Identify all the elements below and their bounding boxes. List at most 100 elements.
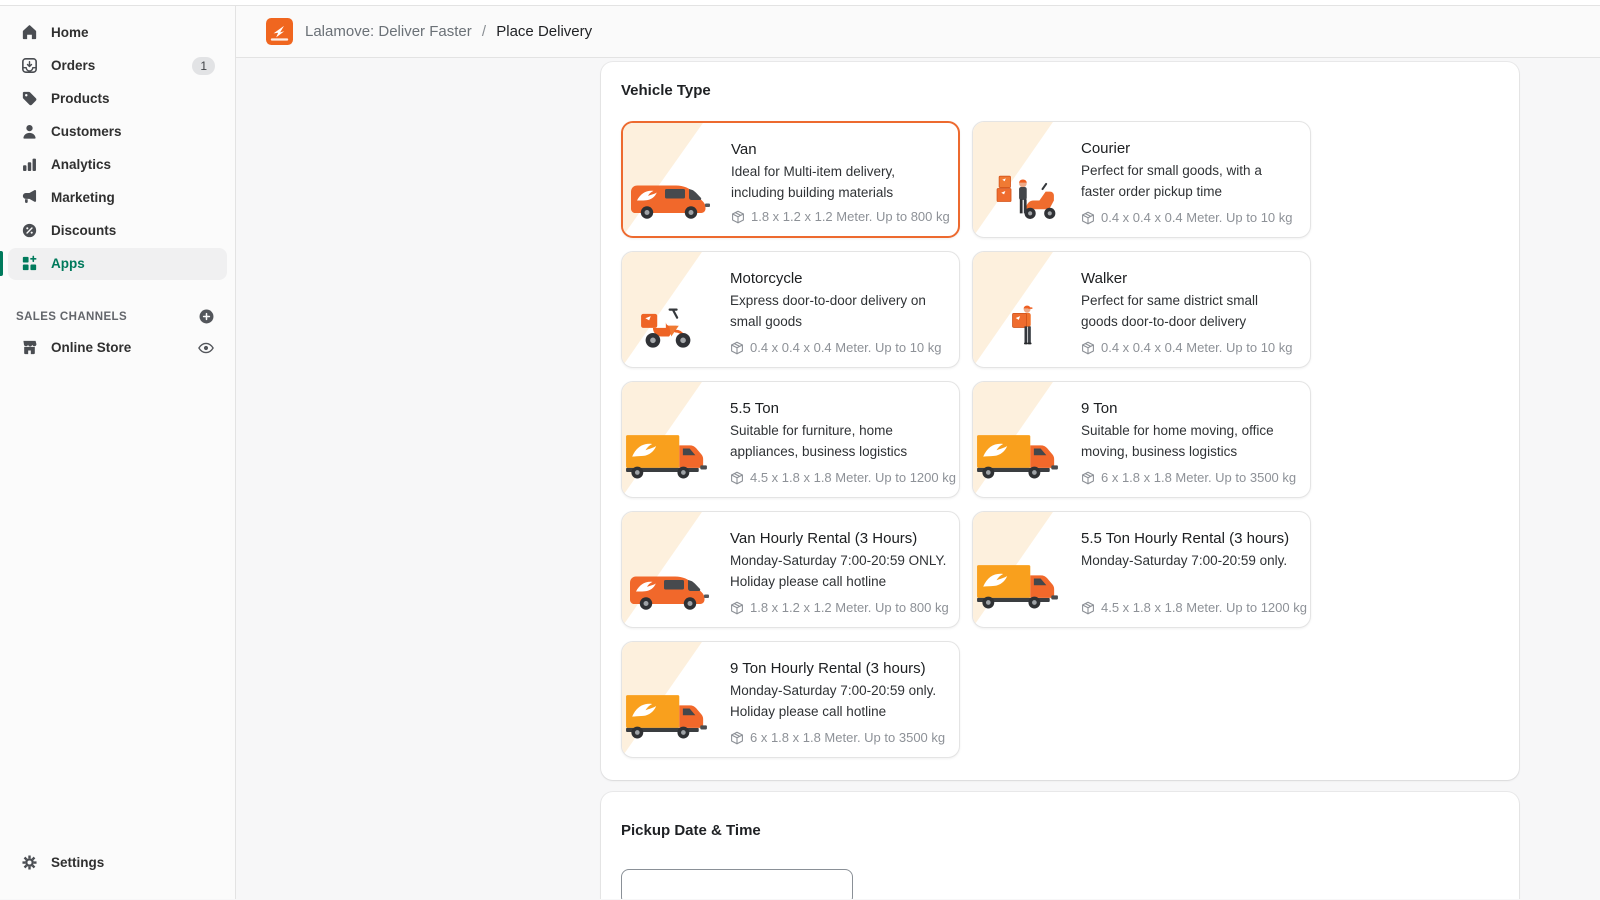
vehicle-option-5-5-ton[interactable]: 5.5 Ton Suitable for furniture, home app… [621,381,960,498]
breadcrumb-separator: / [482,23,486,40]
vehicle-name: Van [731,139,946,161]
vehicle-option-9-ton-hourly-rental-3-hours[interactable]: 9 Ton Hourly Rental (3 hours) Monday-Sat… [621,641,960,758]
vehicle-image-panel [973,122,1081,237]
vehicle-image-panel [622,642,730,757]
vehicle-option-9-ton[interactable]: 9 Ton Suitable for home moving, office m… [972,381,1311,498]
sidebar-item-label: Marketing [51,190,115,205]
vehicle-dimensions-text: 0.4 x 0.4 x 0.4 Meter. Up to 10 kg [1101,340,1293,355]
main-area: Lalamove: Deliver Faster / Place Deliver… [236,6,1600,899]
add-sales-channel-button[interactable] [198,308,215,325]
vehicle-dimensions: 4.5 x 1.8 x 1.8 Meter. Up to 1200 kg [1081,600,1298,615]
vehicle-description: Suitable for furniture, home appliances,… [730,421,947,462]
vehicle-description: Ideal for Multi-item delivery, including… [731,162,946,203]
analytics-icon [20,155,39,174]
orders-count-badge: 1 [192,57,215,75]
vehicle-dimensions-text: 0.4 x 0.4 x 0.4 Meter. Up to 10 kg [1101,210,1293,225]
vehicle-name: 9 Ton Hourly Rental (3 hours) [730,658,947,680]
vehicle-dimensions: 6 x 1.8 x 1.8 Meter. Up to 3500 kg [730,730,947,745]
breadcrumb-app-link[interactable]: Lalamove: Deliver Faster [305,23,472,40]
pickup-date-time-card: Pickup Date & Time [601,792,1519,899]
sidebar-item-label: Home [51,25,89,40]
vehicle-option-5-5-ton-hourly-rental-3-hours[interactable]: 5.5 Ton Hourly Rental (3 hours) Monday-S… [972,511,1311,628]
breadcrumb-current-page: Place Delivery [496,23,592,40]
truck-illustration [624,429,710,482]
sidebar-item-analytics[interactable]: Analytics [0,148,235,181]
vehicle-description: Monday-Saturday 7:00-20:59 only. Holiday… [730,681,947,722]
vehicle-name: Van Hourly Rental (3 Hours) [730,528,947,550]
vehicle-dimensions: 0.4 x 0.4 x 0.4 Meter. Up to 10 kg [1081,210,1298,225]
main-navigation: Home Orders 1 Products Customers [0,16,235,280]
pickup-date-input[interactable] [621,869,853,899]
marketing-icon [20,188,39,207]
vehicle-option-walker[interactable]: Walker Perfect for same district small g… [972,251,1311,368]
package-cube-icon [730,471,744,485]
vehicle-option-motorcycle[interactable]: Motorcycle Express door-to-door delivery… [621,251,960,368]
breadcrumb: Lalamove: Deliver Faster / Place Deliver… [305,23,592,40]
truck-illustration [624,689,710,742]
vehicle-description: Express door-to-door delivery on small g… [730,291,947,332]
sidebar-item-online-store[interactable]: Online Store [0,331,235,364]
vehicle-image-panel [623,123,731,236]
sidebar-item-orders[interactable]: Orders 1 [0,49,235,82]
sidebar-item-label: Analytics [51,157,111,172]
vehicle-dimensions-text: 6 x 1.8 x 1.8 Meter. Up to 3500 kg [1101,470,1296,485]
sidebar-item-label: Settings [51,855,104,870]
vehicle-description: Perfect for same district small goods do… [1081,291,1298,332]
customers-icon [20,122,39,141]
motorcycle-illustration [640,301,696,351]
van-illustration [626,558,714,612]
sidebar-item-label: Customers [51,124,122,139]
vehicle-dimensions-text: 1.8 x 1.2 x 1.2 Meter. Up to 800 kg [751,209,950,224]
vehicle-dimensions-text: 1.8 x 1.2 x 1.2 Meter. Up to 800 kg [750,600,949,615]
sales-channels-header: SALES CHANNELS [16,308,215,325]
vehicle-dimensions-text: 0.4 x 0.4 x 0.4 Meter. Up to 10 kg [750,340,942,355]
sidebar-item-label: Apps [51,256,85,271]
van-illustration [627,167,715,221]
lalamove-logo [266,18,293,45]
sidebar-item-home[interactable]: Home [0,16,235,49]
vehicle-dimensions-text: 4.5 x 1.8 x 1.8 Meter. Up to 1200 kg [1101,600,1307,615]
page-content: Vehicle Type Van Ideal for Multi-item de… [236,58,1600,899]
apps-icon [20,254,39,273]
sidebar-item-label: Orders [51,58,95,73]
vehicle-option-van-hourly-rental-3-hours[interactable]: Van Hourly Rental (3 Hours) Monday-Satur… [621,511,960,628]
truck-illustration [975,429,1061,482]
active-indicator [0,251,3,276]
sidebar-item-settings[interactable]: Settings [0,846,235,879]
sidebar-item-products[interactable]: Products [0,82,235,115]
vehicle-dimensions: 4.5 x 1.8 x 1.8 Meter. Up to 1200 kg [730,470,947,485]
package-cube-icon [731,210,745,224]
home-icon [20,23,39,42]
sidebar-item-discounts[interactable]: Discounts [0,214,235,247]
sidebar-item-customers[interactable]: Customers [0,115,235,148]
vehicle-name: Motorcycle [730,268,947,290]
sidebar-item-marketing[interactable]: Marketing [0,181,235,214]
vehicle-options-grid: Van Ideal for Multi-item delivery, inclu… [621,121,1499,758]
sales-channels-navigation: Online Store [0,331,235,364]
vehicle-dimensions: 1.8 x 1.2 x 1.2 Meter. Up to 800 kg [731,209,946,224]
vehicle-description: Monday-Saturday 7:00-20:59 ONLY. Holiday… [730,551,947,592]
vehicle-image-panel [973,512,1081,627]
vehicle-type-title: Vehicle Type [621,82,1499,99]
vehicle-dimensions-text: 6 x 1.8 x 1.8 Meter. Up to 3500 kg [750,730,945,745]
store-icon [20,338,39,357]
vehicle-dimensions: 1.8 x 1.2 x 1.2 Meter. Up to 800 kg [730,600,947,615]
eye-icon[interactable] [197,339,215,357]
vehicle-description: Perfect for small goods, with a faster o… [1081,161,1298,202]
sales-channels-label: SALES CHANNELS [16,311,127,323]
app-header: Lalamove: Deliver Faster / Place Deliver… [236,6,1600,58]
truck-illustration [975,559,1061,612]
package-cube-icon [1081,211,1095,225]
vehicle-name: Walker [1081,268,1298,290]
sidebar-item-apps[interactable]: Apps [0,247,235,280]
vehicle-name: 5.5 Ton [730,398,947,420]
vehicle-description: Monday-Saturday 7:00-20:59 only. [1081,551,1298,572]
package-cube-icon [1081,601,1095,615]
vehicle-dimensions-text: 4.5 x 1.8 x 1.8 Meter. Up to 1200 kg [750,470,956,485]
vehicle-option-courier[interactable]: Courier Perfect for small goods, with a … [972,121,1311,238]
vehicle-option-van[interactable]: Van Ideal for Multi-item delivery, inclu… [621,121,960,238]
sidebar-item-label: Online Store [51,340,131,355]
package-cube-icon [1081,471,1095,485]
courier-illustration [995,171,1057,221]
walker-illustration [1011,303,1038,351]
